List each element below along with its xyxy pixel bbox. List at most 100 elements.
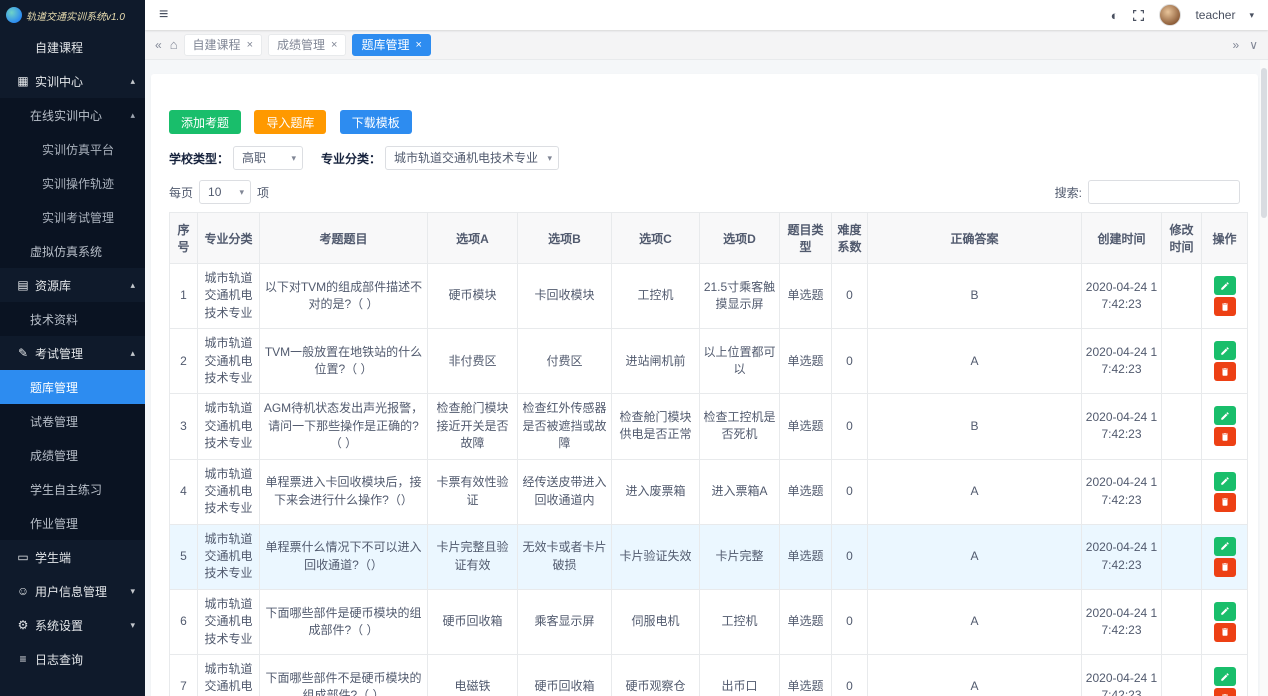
- edit-button[interactable]: [1214, 406, 1236, 425]
- delete-button[interactable]: [1214, 623, 1236, 642]
- sidebar-item-label: 用户信息管理: [35, 583, 107, 600]
- edit-button[interactable]: [1214, 276, 1236, 295]
- sidebar-item-user-info-mgmt[interactable]: ☺用户信息管理▾: [0, 574, 145, 608]
- school-type-select[interactable]: 高职 ▾: [233, 146, 303, 170]
- sidebar-item-question-bank[interactable]: 题库管理: [0, 370, 145, 404]
- cell-difficulty: 0: [832, 524, 868, 589]
- delete-button[interactable]: [1214, 297, 1236, 316]
- edit-button[interactable]: [1214, 602, 1236, 621]
- cell-actions: [1202, 589, 1248, 654]
- cell-created: 2020-04-24 17:42:23: [1082, 394, 1162, 459]
- import-bank-button[interactable]: 导入题库: [254, 110, 326, 134]
- list-icon: ≡: [16, 652, 30, 666]
- cell-option-a: 检查舱门模块接近开关是否故障: [428, 394, 518, 459]
- tab-question-bank[interactable]: 题库管理 ×: [352, 34, 430, 56]
- tab-self-built-courses[interactable]: 自建课程×: [184, 34, 262, 56]
- cell-modified: [1162, 459, 1202, 524]
- question-table-head: 序号专业分类考题题目选项A选项B选项C选项D题目类型难度系数正确答案创建时间修改…: [170, 213, 1248, 264]
- sidebar-item-student-portal[interactable]: ▭学生端: [0, 540, 145, 574]
- sidebar-item-virtual-sim-system[interactable]: 虚拟仿真系统: [0, 234, 145, 268]
- tabs-scroll-right-icon[interactable]: »: [1231, 38, 1242, 52]
- tabs-scroll-left-icon[interactable]: «: [153, 38, 164, 52]
- topbar-right: ◐ teacher ▾: [1111, 4, 1254, 26]
- sidebar-item-score-mgmt[interactable]: 成绩管理: [0, 438, 145, 472]
- sidebar-item-label: 题库管理: [30, 379, 78, 396]
- sidebar-item-exam-mgmt[interactable]: ✎考试管理▴: [0, 336, 145, 370]
- sidebar-item-label: 成绩管理: [30, 447, 78, 464]
- delete-button[interactable]: [1214, 427, 1236, 446]
- cell-option-b: 经传送皮带进入回收通道内: [518, 459, 612, 524]
- user-avatar[interactable]: [1159, 4, 1181, 26]
- sidebar-item-resource-library[interactable]: ▤资源库▴: [0, 268, 145, 302]
- sidebar-item-technical-docs[interactable]: 技术资料: [0, 302, 145, 336]
- search-input[interactable]: [1088, 180, 1240, 204]
- sidebar-item-label: 试卷管理: [30, 413, 78, 430]
- edit-button[interactable]: [1214, 537, 1236, 556]
- tabs-dropdown-icon[interactable]: ∨: [1247, 38, 1260, 52]
- tab-label: 题库管理: [361, 35, 409, 55]
- user-menu-caret-icon[interactable]: ▾: [1249, 10, 1254, 21]
- cell-type: 单选题: [780, 329, 832, 394]
- menu-collapse-icon[interactable]: ≡: [159, 6, 168, 24]
- cell-question: TVM一般放置在地铁站的什么位置?（ ）: [260, 329, 428, 394]
- sidebar-item-training-center[interactable]: ▦实训中心▴: [0, 64, 145, 98]
- sidebar-item-label: 实训中心: [35, 73, 83, 90]
- theme-icon[interactable]: ◐: [1111, 8, 1119, 23]
- cell-difficulty: 0: [832, 329, 868, 394]
- cell-no: 1: [170, 264, 198, 329]
- fullscreen-icon[interactable]: [1132, 9, 1145, 22]
- column-header-question: 考题题目: [260, 213, 428, 264]
- add-question-button[interactable]: 添加考题: [169, 110, 241, 134]
- close-icon[interactable]: ×: [331, 35, 337, 55]
- edit-button[interactable]: [1214, 472, 1236, 491]
- sidebar-item-system-settings[interactable]: ⚙系统设置▾: [0, 608, 145, 642]
- sidebar-item-self-built-courses[interactable]: 自建课程: [0, 30, 145, 64]
- column-header-actions: 操作: [1202, 213, 1248, 264]
- app-logo-icon: [6, 7, 22, 23]
- main-area: ≡ ◐ teacher ▾ « ⌂ 自建课程× 成绩管理× 题库管理 × » ∨ 添加…: [145, 0, 1268, 696]
- page-scrollbar[interactable]: [1260, 60, 1268, 696]
- cell-major: 城市轨道交通机电技术专业: [198, 655, 260, 696]
- cell-option-a: 卡票有效性验证: [428, 459, 518, 524]
- cell-major: 城市轨道交通机电技术专业: [198, 394, 260, 459]
- sidebar-item-online-training-center[interactable]: 在线实训中心▴: [0, 98, 145, 132]
- cell-modified: [1162, 329, 1202, 394]
- sidebar-item-paper-mgmt[interactable]: 试卷管理: [0, 404, 145, 438]
- cell-major: 城市轨道交通机电技术专业: [198, 264, 260, 329]
- close-icon[interactable]: ×: [247, 35, 253, 55]
- sidebar-item-training-sim-platform[interactable]: 实训仿真平台: [0, 132, 145, 166]
- delete-button[interactable]: [1214, 558, 1236, 577]
- home-tab-icon[interactable]: ⌂: [170, 37, 178, 52]
- sidebar-item-training-exam-mgmt[interactable]: 实训考试管理: [0, 200, 145, 234]
- sidebar-item-student-self-practice[interactable]: 学生自主练习: [0, 472, 145, 506]
- delete-button[interactable]: [1214, 362, 1236, 381]
- school-type-label: 学校类型：: [169, 150, 229, 167]
- cell-option-b: 付费区: [518, 329, 612, 394]
- tab-score-mgmt[interactable]: 成绩管理×: [268, 34, 346, 56]
- column-header-no: 序号: [170, 213, 198, 264]
- delete-button[interactable]: [1214, 493, 1236, 512]
- per-page-control: 每页 10 ▾ 项: [169, 180, 269, 204]
- caret-down-icon: ▾: [130, 586, 135, 597]
- edit-button[interactable]: [1214, 341, 1236, 360]
- cell-answer: A: [868, 655, 1082, 696]
- cell-modified: [1162, 655, 1202, 696]
- cell-actions: [1202, 329, 1248, 394]
- sidebar-item-homework-mgmt[interactable]: 作业管理: [0, 506, 145, 540]
- edit-button[interactable]: [1214, 667, 1236, 686]
- sidebar-item-log-query[interactable]: ≡日志查询: [0, 642, 145, 676]
- delete-button[interactable]: [1214, 688, 1236, 696]
- per-page-select[interactable]: 10 ▾: [199, 180, 251, 204]
- major-select[interactable]: 城市轨道交通机电技术专业 ▾: [385, 146, 559, 170]
- cell-answer: B: [868, 394, 1082, 459]
- topbar: ≡ ◐ teacher ▾: [145, 0, 1268, 30]
- download-template-button[interactable]: 下载模板: [340, 110, 412, 134]
- scrollbar-thumb[interactable]: [1261, 68, 1267, 218]
- sidebar-item-label: 考试管理: [35, 345, 83, 362]
- sidebar-item-training-op-track[interactable]: 实训操作轨迹: [0, 166, 145, 200]
- column-header-type: 题目类型: [780, 213, 832, 264]
- user-name[interactable]: teacher: [1195, 8, 1235, 22]
- caret-up-icon: ▴: [130, 110, 135, 121]
- cell-option-c: 工控机: [612, 264, 700, 329]
- close-icon[interactable]: ×: [415, 35, 421, 55]
